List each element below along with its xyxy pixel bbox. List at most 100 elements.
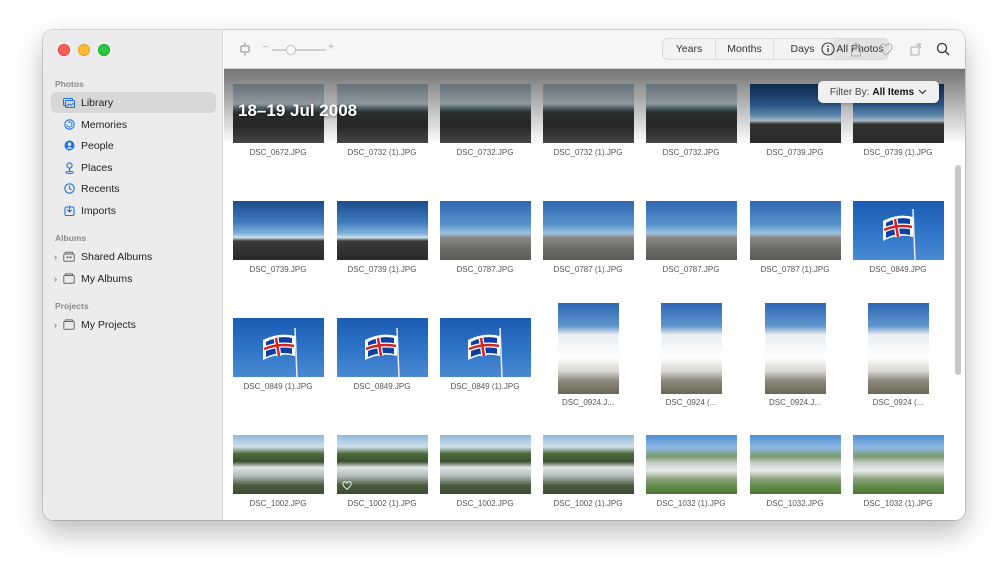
photo-thumbnail[interactable] bbox=[233, 318, 324, 377]
photo-caption: DSC_1002 (1).JPG bbox=[347, 499, 417, 508]
chevron-right-icon[interactable]: › bbox=[54, 274, 57, 284]
sidebar-item-label: Memories bbox=[81, 118, 128, 131]
sidebar-item-places[interactable]: Places bbox=[51, 157, 216, 178]
share-icon[interactable] bbox=[848, 41, 864, 57]
recents-icon bbox=[63, 183, 75, 195]
window-controls bbox=[58, 44, 110, 56]
photo-thumbnail[interactable] bbox=[440, 84, 531, 143]
sidebar-item-library[interactable]: Library bbox=[51, 92, 216, 113]
filter-by-button[interactable]: Filter By: All Items bbox=[818, 81, 939, 103]
search-icon[interactable] bbox=[935, 41, 951, 57]
minimize-button[interactable] bbox=[78, 44, 90, 56]
sidebar-item-recents[interactable]: Recents bbox=[51, 178, 216, 199]
sidebar-item-memories[interactable]: Memories bbox=[51, 114, 216, 135]
people-icon bbox=[63, 140, 75, 152]
photo-caption: DSC_0849 (1).JPG bbox=[450, 382, 520, 391]
photos-window: Photos Library Memories People Places Re… bbox=[43, 30, 965, 520]
section-photos-label: Photos bbox=[55, 79, 84, 89]
photo-thumbnail[interactable] bbox=[233, 201, 324, 260]
photo-thumbnail[interactable] bbox=[868, 303, 929, 394]
photo-caption: DSC_0739 (1).JPG bbox=[347, 265, 417, 274]
photo-caption: DSC_0732.JPG bbox=[456, 148, 514, 157]
sidebar: Photos Library Memories People Places Re… bbox=[43, 30, 223, 520]
sidebar-item-label: My Projects bbox=[81, 318, 136, 331]
zoom-slider-knob[interactable] bbox=[286, 45, 296, 55]
photo-caption: DSC_1032 (1).JPG bbox=[863, 499, 933, 508]
photo-thumbnail[interactable] bbox=[543, 84, 634, 143]
chevron-right-icon[interactable]: › bbox=[54, 320, 57, 330]
photo-caption: DSC_0849.JPG bbox=[869, 265, 927, 274]
sidebar-item-my-albums[interactable]: › My Albums bbox=[51, 268, 216, 289]
photo-thumbnail[interactable] bbox=[337, 201, 428, 260]
aspect-ratio-icon[interactable] bbox=[237, 41, 253, 57]
photo-thumbnail[interactable] bbox=[853, 435, 944, 494]
sidebar-item-my-projects[interactable]: › My Projects bbox=[51, 314, 216, 335]
filter-value: All Items bbox=[872, 86, 915, 98]
toolbar: − + Years Months Days All Photos bbox=[224, 30, 965, 69]
sidebar-item-label: Library bbox=[81, 96, 114, 109]
memories-icon bbox=[63, 119, 75, 131]
zoom-slider[interactable] bbox=[272, 45, 326, 55]
photo-caption: DSC_1032.JPG bbox=[766, 499, 824, 508]
tab-months[interactable]: Months bbox=[716, 39, 774, 59]
photo-caption: DSC_0732.JPG bbox=[662, 148, 720, 157]
zoom-plus-icon[interactable]: + bbox=[328, 42, 334, 53]
sidebar-item-people[interactable]: People bbox=[51, 135, 216, 156]
photo-caption: DSC_1002.JPG bbox=[456, 499, 514, 508]
photo-thumbnail[interactable] bbox=[543, 435, 634, 494]
places-icon bbox=[63, 161, 75, 174]
zoom-button[interactable] bbox=[98, 44, 110, 56]
photo-caption: DSC_0787 (1).JPG bbox=[760, 265, 830, 274]
sidebar-item-imports[interactable]: Imports bbox=[51, 200, 216, 221]
sidebar-item-label: Places bbox=[81, 161, 113, 174]
date-title: 18–19 Jul 2008 bbox=[238, 101, 358, 120]
photo-thumbnail[interactable] bbox=[440, 435, 531, 494]
info-icon[interactable] bbox=[820, 41, 836, 57]
sidebar-item-label: People bbox=[81, 139, 114, 152]
sidebar-item-label: Imports bbox=[81, 204, 117, 217]
photo-caption: DSC_1002.JPG bbox=[249, 499, 307, 508]
photo-caption: DSC_0739.JPG bbox=[249, 265, 307, 274]
imports-icon bbox=[63, 205, 75, 217]
vertical-scrollbar[interactable] bbox=[955, 165, 961, 375]
photo-thumbnail[interactable] bbox=[233, 435, 324, 494]
sidebar-item-label: My Albums bbox=[81, 272, 133, 285]
photo-thumbnail[interactable] bbox=[337, 435, 428, 494]
flag-image bbox=[883, 208, 916, 260]
chevron-down-icon bbox=[918, 89, 927, 95]
photo-thumbnail[interactable] bbox=[543, 201, 634, 260]
photo-thumbnail[interactable] bbox=[750, 435, 841, 494]
photo-thumbnail[interactable] bbox=[337, 318, 428, 377]
photo-thumbnail[interactable] bbox=[646, 201, 737, 260]
zoom-minus-icon[interactable]: − bbox=[262, 42, 268, 53]
sidebar-item-shared-albums[interactable]: › Shared Albums bbox=[51, 246, 216, 267]
photo-caption: DSC_0787 (1).JPG bbox=[553, 265, 623, 274]
photo-thumbnail[interactable] bbox=[646, 84, 737, 143]
photo-thumbnail[interactable] bbox=[558, 303, 619, 394]
chevron-right-icon[interactable]: › bbox=[54, 252, 57, 262]
photo-caption: DSC_0739 (1).JPG bbox=[863, 148, 933, 157]
folder-icon bbox=[63, 273, 75, 285]
library-icon bbox=[63, 97, 75, 109]
favorite-heart-icon[interactable] bbox=[878, 41, 894, 57]
photo-thumbnail[interactable] bbox=[853, 201, 944, 260]
flag-image bbox=[263, 327, 298, 377]
photo-caption: DSC_0732 (1).JPG bbox=[347, 148, 417, 157]
photo-caption: DSC_0924 (... bbox=[872, 398, 924, 407]
section-projects-label: Projects bbox=[55, 301, 89, 311]
photo-grid: 18–19 Jul 2008 Filter By: All Items DSC_… bbox=[224, 69, 965, 520]
rotate-icon[interactable] bbox=[908, 41, 924, 57]
tab-years[interactable]: Years bbox=[663, 39, 716, 59]
photo-thumbnail[interactable] bbox=[765, 303, 826, 394]
photo-thumbnail[interactable] bbox=[440, 318, 531, 377]
sidebar-item-label: Recents bbox=[81, 182, 120, 195]
close-button[interactable] bbox=[58, 44, 70, 56]
photo-thumbnail[interactable] bbox=[661, 303, 722, 394]
photo-thumbnail[interactable] bbox=[646, 435, 737, 494]
photo-caption: DSC_0732 (1).JPG bbox=[553, 148, 623, 157]
photo-caption: DSC_0739.JPG bbox=[766, 148, 824, 157]
section-albums-label: Albums bbox=[55, 233, 87, 243]
photo-thumbnail[interactable] bbox=[440, 201, 531, 260]
photo-thumbnail[interactable] bbox=[750, 201, 841, 260]
photo-caption: DSC_1002 (1).JPG bbox=[553, 499, 623, 508]
